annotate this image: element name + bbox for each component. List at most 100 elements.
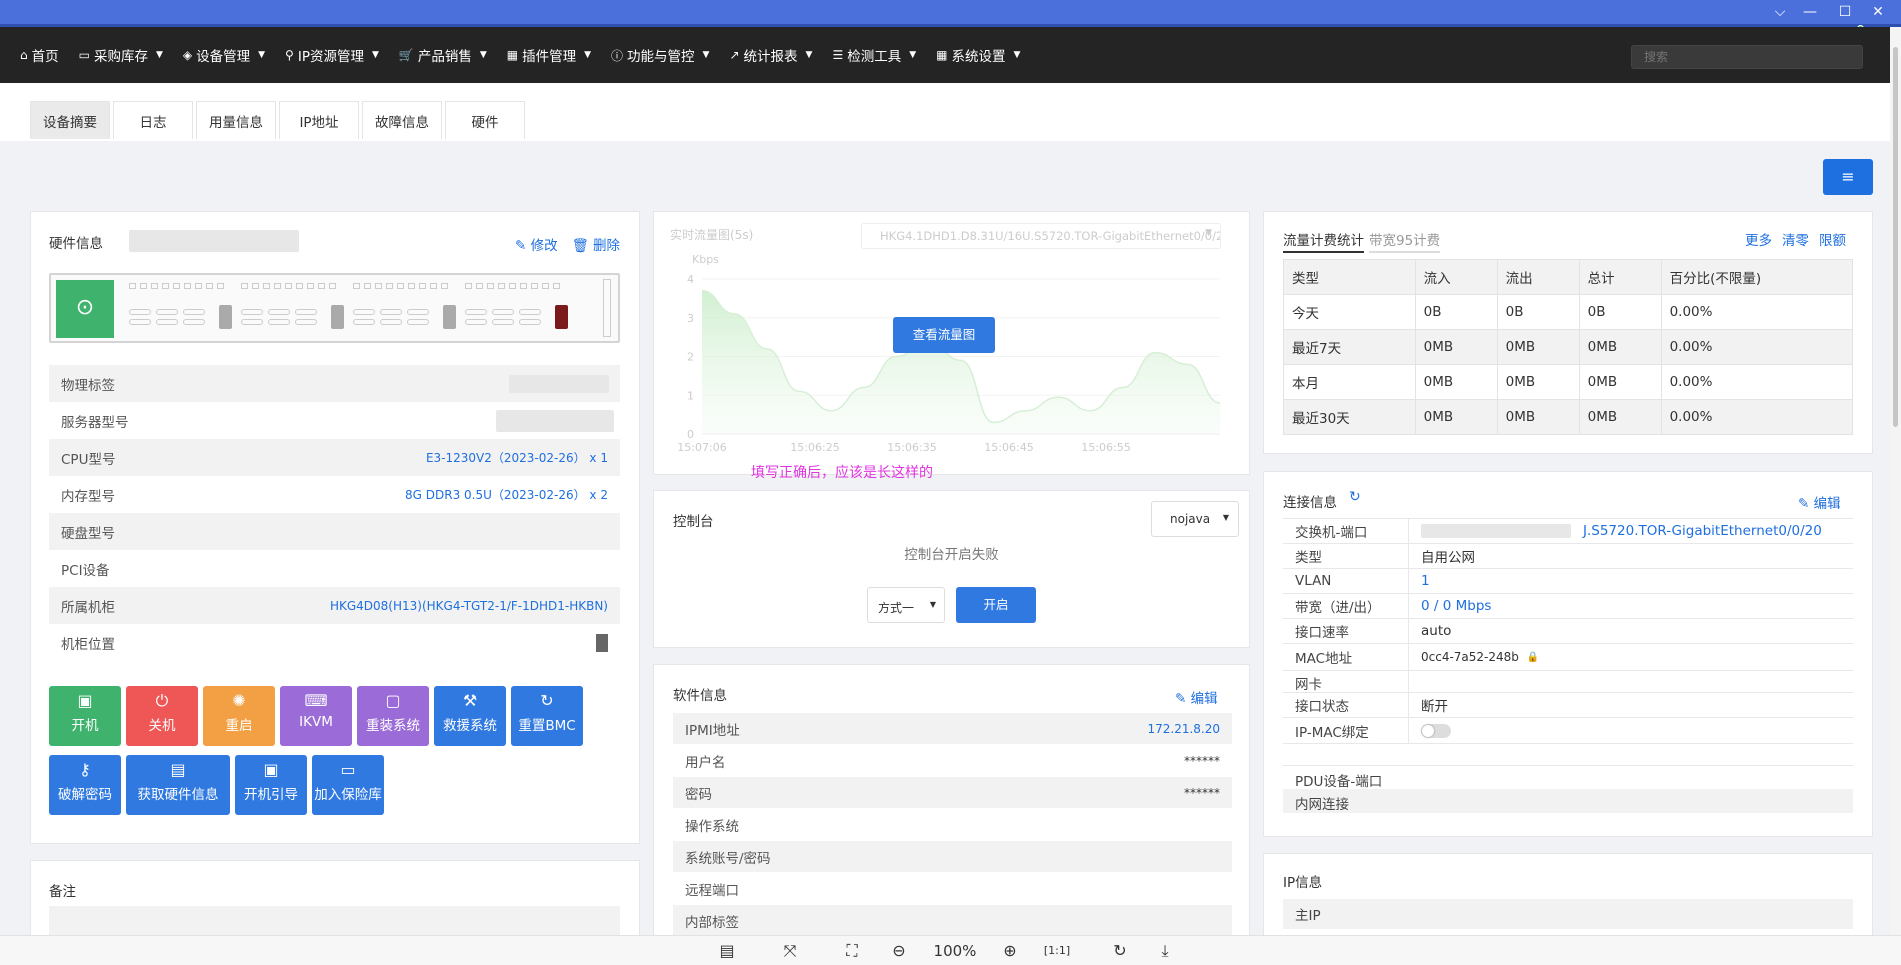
connection-row-value[interactable]: 0 / 0 Mbps bbox=[1409, 598, 1491, 614]
software-row: 远程端口 bbox=[673, 873, 1232, 904]
hardware-table: 物理标签 服务器型号 CPU型号 E3-1230V2（2023-02-26） x 1 内… bbox=[49, 365, 620, 663]
nav-item-6[interactable]: ⓘ 功能与管控 ▼ bbox=[611, 45, 709, 66]
actual-size-icon[interactable]: ⛶ bbox=[838, 939, 866, 963]
edit-link[interactable]: ✎ 修改 bbox=[515, 234, 558, 254]
close-button[interactable]: ✕ bbox=[1863, 0, 1893, 26]
mode-select[interactable]: 方式一 ▼ bbox=[867, 587, 945, 623]
action-button-act1-4[interactable]: ▢ 重装系统 bbox=[357, 686, 429, 746]
connection-row-label: VLAN bbox=[1283, 569, 1409, 593]
drive-bay bbox=[129, 319, 151, 325]
collapse-icon[interactable]: ⌵ bbox=[1765, 0, 1795, 26]
menu-button[interactable]: ≡ bbox=[1823, 159, 1873, 195]
minimize-button[interactable]: — bbox=[1795, 0, 1825, 26]
software-row-value[interactable]: ****** bbox=[1184, 754, 1220, 768]
action-button-act2-2[interactable]: ▣ 开机引导 bbox=[235, 755, 307, 815]
action-button-act1-5[interactable]: ⚒ 救援系统 bbox=[434, 686, 506, 746]
ip-mac-toggle[interactable] bbox=[1421, 724, 1451, 738]
hardware-row: 硬盘型号 bbox=[49, 513, 620, 550]
billing-row: 今天 0B 0B 0B 0.00% bbox=[1283, 294, 1854, 330]
billing-cell: 0MB bbox=[1578, 399, 1662, 435]
tab-traffic-billing[interactable]: 流量计费统计 bbox=[1283, 229, 1364, 253]
maximize-button[interactable]: ☐ bbox=[1830, 0, 1860, 26]
nav-item-5[interactable]: ▦ 插件管理 ▼ bbox=[507, 45, 591, 65]
chevron-down-icon: ▼ bbox=[929, 600, 936, 609]
tab-ip[interactable]: IP地址 bbox=[279, 101, 359, 139]
tab-hardware[interactable]: 硬件 bbox=[445, 101, 525, 139]
hardware-row-value[interactable]: 8G DDR3 0.5U（2023-02-26） x 2 bbox=[405, 486, 608, 503]
port-slot bbox=[509, 283, 516, 289]
one-to-one-icon[interactable]: [1:1] bbox=[1043, 939, 1071, 963]
download-icon[interactable]: ⤓ bbox=[1151, 939, 1179, 963]
pdu-row: PDU设备-端口 bbox=[1283, 765, 1853, 790]
software-row-value[interactable]: ****** bbox=[1184, 786, 1220, 800]
software-row: 用户名 ****** bbox=[673, 745, 1232, 776]
more-link[interactable]: 更多 bbox=[1745, 229, 1772, 249]
tab-fault[interactable]: 故障信息 bbox=[362, 101, 442, 139]
action-button-act1-1[interactable]: ⏻ 关机 bbox=[126, 686, 198, 746]
console-title: 控制台 bbox=[673, 514, 714, 530]
software-row-label: 用户名 bbox=[685, 754, 726, 771]
hardware-row-label: 机柜位置 bbox=[61, 636, 115, 653]
nav-item-label: 首页 bbox=[31, 49, 59, 65]
nav-item-0[interactable]: ⌂ 首页 bbox=[20, 45, 59, 65]
nav-item-2[interactable]: ◈ 设备管理 ▼ bbox=[183, 45, 265, 65]
view-chart-button[interactable]: 查看流量图 bbox=[893, 317, 995, 353]
action-button-act1-0[interactable]: ▣ 开机 bbox=[49, 686, 121, 746]
search-input[interactable] bbox=[1631, 45, 1863, 69]
action-button-act2-0[interactable]: ⚷ 破解密码 bbox=[49, 755, 121, 815]
action-button-act2-3[interactable]: ▭ 加入保险库 bbox=[312, 755, 384, 815]
hardware-row-value[interactable]: E3-1230V2（2023-02-26） x 1 bbox=[426, 449, 608, 466]
layout-icon[interactable]: ▤ bbox=[713, 939, 741, 963]
billing-cell: 0MB bbox=[1578, 364, 1662, 400]
console-type-select[interactable]: nojava ▼ bbox=[1151, 501, 1239, 537]
zoom-out-icon[interactable]: ⊖ bbox=[885, 939, 913, 963]
rack-icon[interactable] bbox=[596, 634, 608, 652]
hardware-row-value[interactable]: HKG4D08(H13)(HKG4-TGT2-1/F-1DHD1-HKBN) bbox=[330, 599, 608, 613]
rotate-icon[interactable]: ↻ bbox=[1106, 939, 1134, 963]
port-select[interactable]: HKG4.1DHD1.D8.31U/16U.S5720.TOR-GigabitE… bbox=[861, 223, 1221, 249]
nav-item-9[interactable]: ▦ 系统设置 ▼ bbox=[936, 45, 1020, 65]
action-button-act2-1[interactable]: ▤ 获取硬件信息 bbox=[126, 755, 230, 815]
tab-bandwidth-billing[interactable]: 带宽95计费 bbox=[1369, 229, 1441, 253]
scrollbar-thumb[interactable] bbox=[1893, 47, 1898, 427]
port-slot bbox=[162, 283, 169, 289]
tab-summary[interactable]: 设备摘要 bbox=[30, 101, 110, 139]
software-row-value[interactable]: 172.21.8.20 bbox=[1147, 722, 1220, 736]
connection-row-value[interactable]: J.S5720.TOR-GigabitEthernet0/0/20 bbox=[1571, 523, 1822, 539]
port-slot bbox=[419, 283, 426, 289]
traffic-line bbox=[701, 289, 1221, 424]
nav-item-1[interactable]: ▭ 采购库存 ▼ bbox=[79, 45, 163, 65]
action-label: 重置BMC bbox=[518, 718, 576, 734]
action-button-act1-2[interactable]: ✺ 重启 bbox=[203, 686, 275, 746]
port-slot bbox=[274, 283, 281, 289]
billing-cell: 0MB bbox=[1496, 399, 1580, 435]
hardware-row: CPU型号 E3-1230V2（2023-02-26） x 1 bbox=[49, 439, 620, 476]
nav-item-4[interactable]: 🛒 产品销售 ▼ bbox=[399, 45, 487, 65]
limit-link[interactable]: 限额 bbox=[1819, 229, 1846, 249]
reset-link[interactable]: 清零 bbox=[1782, 229, 1809, 249]
tab-log[interactable]: 日志 bbox=[113, 101, 193, 139]
connection-row: 类型 自用公网 bbox=[1283, 543, 1853, 568]
connection-row-value[interactable]: 1 bbox=[1409, 573, 1430, 589]
annotation-note: 填写正确后，应该是长这样的 bbox=[751, 465, 933, 481]
connection-edit-link[interactable]: ✎ 编辑 bbox=[1798, 492, 1841, 512]
software-edit-link[interactable]: ✎ 编辑 bbox=[1175, 687, 1218, 707]
billing-header-cell: 类型 bbox=[1283, 259, 1416, 295]
remarks-card: 备注 bbox=[30, 860, 640, 946]
action-button-act1-6[interactable]: ↻ 重置BMC bbox=[511, 686, 583, 746]
nav-item-8[interactable]: ☰ 检测工具 ▼ bbox=[832, 45, 916, 65]
refresh-icon[interactable]: ↻ bbox=[1349, 489, 1361, 505]
delete-link[interactable]: 🗑 删除 bbox=[572, 234, 620, 254]
open-console-button[interactable]: 开启 bbox=[956, 587, 1036, 623]
fit-screen-icon[interactable]: ⤧ bbox=[776, 939, 804, 963]
page-scrollbar[interactable] bbox=[1890, 27, 1901, 935]
nav-item-7[interactable]: ↗ 统计报表 ▼ bbox=[729, 45, 812, 65]
action-button-act1-3[interactable]: ⌨ IKVM bbox=[280, 686, 352, 746]
tab-usage[interactable]: 用量信息 bbox=[196, 101, 276, 139]
zoom-in-icon[interactable]: ⊕ bbox=[996, 939, 1024, 963]
action-label: 重装系统 bbox=[366, 718, 420, 734]
nav-item-3[interactable]: ⚲ IP资源管理 ▼ bbox=[285, 45, 379, 65]
billing-cell: 本月 bbox=[1283, 364, 1416, 400]
x-tick-label: 15:06:35 bbox=[887, 441, 936, 454]
list-icon: ☰ bbox=[832, 48, 844, 62]
